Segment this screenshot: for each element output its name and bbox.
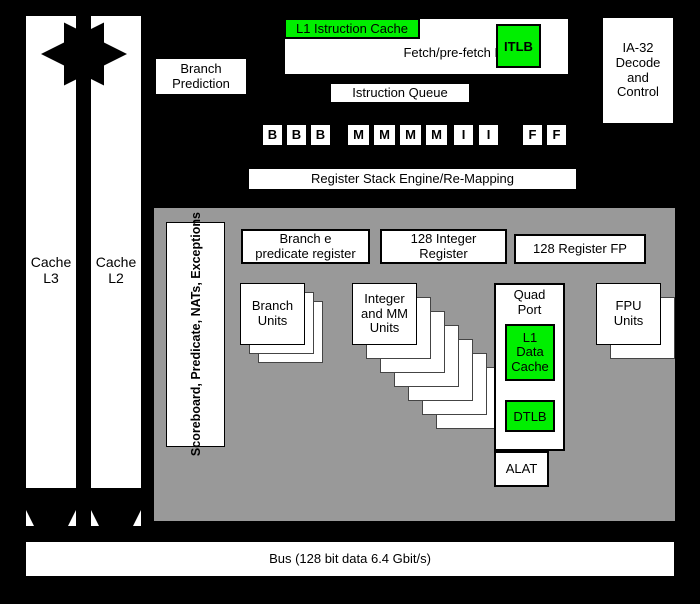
integer-mm-units-card-front: Integer and MM Units — [352, 283, 417, 345]
register-stack-engine-box: Register Stack Engine/Re-Mapping — [248, 168, 577, 190]
branch-units-stack: Branch Units — [240, 283, 330, 368]
issue-slot-b: B — [286, 124, 307, 146]
branch-predicate-register-line1: Branch e — [279, 230, 332, 246]
issue-slot-i: I — [453, 124, 474, 146]
fp-register-box: 128 Register FP — [514, 234, 646, 264]
cache-l2-box: Cache L2 — [90, 15, 142, 527]
alat-label: ALAT — [505, 460, 538, 476]
branch-predicate-register-line2: predicate register — [255, 245, 356, 261]
alat-box: ALAT — [494, 451, 549, 487]
issue-slot-m: M — [425, 124, 448, 146]
itlb-box: ITLB — [496, 24, 541, 68]
quad-port-box: Quad Port L1 Data Cache DTLB — [494, 283, 565, 451]
integer-mm-units-stack: Integer and MM Units — [352, 283, 501, 429]
branch-units-card-front: Branch Units — [240, 283, 305, 345]
integer-mm-units-line3: Units — [369, 320, 400, 336]
cache-l3-label-line2: L3 — [43, 270, 59, 286]
fp-register-line1: 128 Register FP — [533, 240, 627, 256]
branch-predicate-register-box: Branch e predicate register — [241, 229, 370, 264]
issue-slot-m: M — [347, 124, 370, 146]
dtlb-label: DTLB — [513, 408, 547, 424]
fetch-unit-box: L1 Istruction Cache Fetch/pre-fetch Engi… — [283, 17, 570, 76]
register-stack-engine-label: Register Stack Engine/Re-Mapping — [310, 170, 515, 186]
quad-port-label-line2: Port — [517, 301, 542, 317]
fpu-units-line1: FPU — [615, 298, 642, 314]
integer-register-line1: 128 Integer — [410, 230, 477, 246]
issue-slot-f: F — [546, 124, 567, 146]
issue-slot-group-branch: B B B — [262, 124, 331, 146]
quad-port-label-wrap: Quad Port — [496, 287, 563, 317]
scoreboard-box: Scoreboard, Predicate, NATs, Exceptions — [166, 212, 225, 457]
issue-slot-group-memory: M M M M — [347, 124, 448, 146]
integer-mm-units-line2: and MM — [361, 305, 408, 321]
l1-data-cache-line3: Cache — [511, 358, 549, 374]
fpu-units-stack: FPU Units — [596, 283, 686, 373]
instruction-queue-label: Istruction Queue — [352, 84, 448, 100]
dtlb-box: DTLB — [505, 400, 555, 432]
cache-l3-box: Cache L3 — [25, 15, 77, 527]
branch-units-line1: Branch — [251, 298, 294, 314]
itlb-label: ITLB — [504, 38, 533, 54]
instruction-queue-box: Istruction Queue — [330, 83, 470, 103]
cache-l2-label-line1: Cache — [95, 254, 137, 271]
branch-prediction-label-line1: Branch — [180, 60, 222, 76]
branch-prediction-label-line2: Prediction — [172, 75, 230, 91]
issue-slot-m: M — [399, 124, 422, 146]
integer-register-box: 128 Integer Register — [380, 229, 507, 264]
l1-data-cache-line2: Data — [516, 344, 544, 360]
cache-l3-label-line1: Cache — [30, 254, 72, 271]
fpu-units-line2: Units — [613, 313, 644, 328]
integer-mm-units-line1: Integer — [364, 290, 405, 306]
issue-slot-b: B — [262, 124, 283, 146]
issue-slot-f: F — [522, 124, 543, 146]
fpu-units-card-front: FPU Units — [596, 283, 661, 345]
branch-units-line2: Units — [257, 313, 288, 328]
ia32-label-line4: Control — [617, 84, 659, 100]
cache-l2-label-line2: L2 — [108, 270, 124, 286]
issue-slot-b: B — [310, 124, 331, 146]
ia32-label-line2: Decode — [615, 54, 661, 70]
issue-slot-group-integer: I I — [453, 124, 499, 146]
ia32-label-line1: IA-32 — [622, 40, 654, 56]
issue-slot-i: I — [478, 124, 499, 146]
integer-register-line2: Register — [419, 245, 468, 261]
ia32-label-line3: and — [627, 69, 649, 85]
issue-slot-group-fp: F F — [522, 124, 567, 146]
bus-box: Bus (128 bit data 6.4 Gbit/s) — [25, 541, 675, 577]
ia32-decode-control-box: IA-32 Decode and Control — [602, 17, 674, 124]
branch-prediction-box: Branch Prediction — [155, 58, 247, 95]
issue-slot-m: M — [373, 124, 396, 146]
l1-data-cache-box: L1 Data Cache — [505, 324, 555, 381]
bus-label: Bus (128 bit data 6.4 Gbit/s) — [269, 550, 431, 566]
l1-data-cache-line1: L1 — [522, 329, 538, 345]
scoreboard-label: Scoreboard, Predicate, NATs, Exceptions — [188, 212, 203, 457]
l1-instruction-cache-badge: L1 Istruction Cache — [284, 18, 420, 39]
l1-instruction-cache-label: L1 Istruction Cache — [295, 21, 408, 36]
quad-port-label-line1: Quad — [513, 287, 546, 302]
